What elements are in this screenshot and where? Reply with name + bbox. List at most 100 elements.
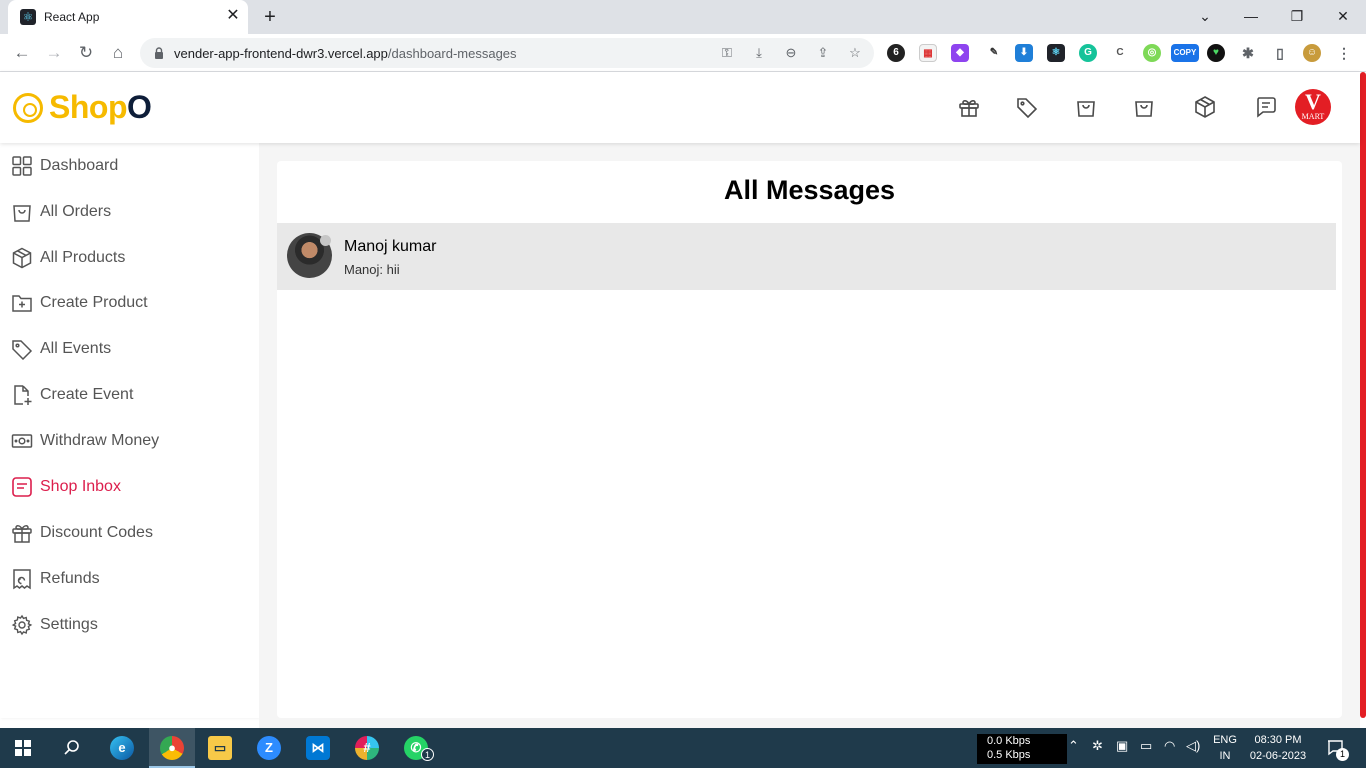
taskbar-file-explorer[interactable]: ▭ xyxy=(197,728,243,768)
sidebar-item-label: Create Event xyxy=(40,386,134,403)
start-button[interactable] xyxy=(0,728,46,768)
shop-avatar-letter: V xyxy=(1305,89,1321,114)
sidebar-item-shop-inbox[interactable]: Shop Inbox xyxy=(0,471,259,505)
slack-icon: # xyxy=(355,736,379,760)
zoom-app-icon: Z xyxy=(257,736,281,760)
sidebar-item-dashboard[interactable]: Dashboard xyxy=(0,150,259,184)
screen: ⚛ React App ✕ + ⌄ — ❐ ✕ ← → ↻ ⌂ vender-a… xyxy=(0,0,1366,768)
sidebar-item-label: Shop Inbox xyxy=(40,478,121,495)
address-bar[interactable]: vender-app-frontend-dwr3.vercel.app/dash… xyxy=(140,38,874,68)
tray-chevron-up-icon[interactable]: ⌃ xyxy=(1068,738,1079,754)
share-icon[interactable]: ⇪ xyxy=(814,44,832,62)
header-products-button[interactable] xyxy=(1074,95,1098,119)
sidebar-item-discount-codes[interactable]: Discount Codes xyxy=(0,517,259,551)
shopping-bag-icon xyxy=(1077,101,1095,117)
new-tab-icon[interactable]: + xyxy=(258,5,282,29)
language-indicator[interactable]: ENG IN xyxy=(1210,732,1240,764)
shop-avatar-subtext: MART xyxy=(1301,112,1325,121)
sidebar-item-label: Discount Codes xyxy=(40,524,153,541)
shop-avatar[interactable]: V MART xyxy=(1295,89,1331,125)
gift-icon xyxy=(959,100,979,117)
url-domain: vender-app-frontend-dwr3.vercel.app xyxy=(174,46,388,61)
app-header: ShopO V MART xyxy=(0,72,1360,143)
taskbar-slack[interactable]: # xyxy=(344,728,390,768)
system-clock[interactable]: 08:30 PM 02-06-2023 xyxy=(1243,732,1313,764)
sidebar-item-label: Settings xyxy=(40,616,98,633)
minimize-icon[interactable]: — xyxy=(1237,4,1265,28)
header-discount-button[interactable] xyxy=(957,95,981,119)
vscode-icon: ⋈ xyxy=(306,736,330,760)
tray-app-icon[interactable]: ✲ xyxy=(1092,738,1103,754)
heart-extension-icon[interactable]: ♥ xyxy=(1207,44,1225,62)
sidebar-item-create-product[interactable]: Create Product xyxy=(0,287,259,321)
key-icon[interactable]: ⚿ xyxy=(718,44,736,62)
download-extension-icon[interactable]: ⬇ xyxy=(1015,44,1033,62)
sidebar-item-label: All Events xyxy=(40,340,112,357)
install-icon[interactable]: ⤓ xyxy=(750,44,768,62)
sidebar-item-settings[interactable]: Settings xyxy=(0,609,259,643)
extension-icon[interactable]: 6 xyxy=(887,44,905,62)
sidebar-item-label: Withdraw Money xyxy=(40,432,160,449)
sidebar-item-create-event[interactable]: Create Event xyxy=(0,379,259,413)
gift-icon xyxy=(11,522,33,544)
close-window-icon[interactable]: ✕ xyxy=(1329,4,1357,28)
header-orders-button[interactable] xyxy=(1132,95,1156,119)
battery-icon[interactable]: ▭ xyxy=(1140,738,1152,754)
notification-center-button[interactable]: 1 xyxy=(1326,738,1349,761)
copy-extension-icon[interactable]: COPY xyxy=(1171,44,1199,62)
forward-icon[interactable]: → xyxy=(42,41,66,65)
reload-icon[interactable]: ↻ xyxy=(74,41,98,65)
close-tab-icon[interactable]: ✕ xyxy=(224,7,242,25)
tab-search-icon[interactable]: ⌄ xyxy=(1191,4,1219,28)
logo-target-icon xyxy=(13,93,43,123)
taskbar-chrome[interactable]: ● xyxy=(149,728,195,768)
tag-icon xyxy=(1017,98,1038,119)
taskbar-edge[interactable]: e xyxy=(99,728,145,768)
dashboard-sidebar: Dashboard All Orders All Products Create… xyxy=(0,143,259,718)
side-panel-icon[interactable]: ▯ xyxy=(1271,44,1289,62)
browser-tab[interactable]: ⚛ React App ✕ xyxy=(8,0,248,34)
sidebar-item-all-products[interactable]: All Products xyxy=(0,242,259,276)
more-menu-icon[interactable]: ⋮ xyxy=(1335,44,1353,62)
sidebar-item-refunds[interactable]: Refunds xyxy=(0,563,259,597)
extension-icon[interactable]: C xyxy=(1111,44,1129,62)
messages-panel: All Messages Manoj kumar Manoj: hii xyxy=(277,161,1342,718)
eyedropper-extension-icon[interactable]: ✎ xyxy=(985,44,1003,62)
profile-avatar-icon[interactable]: ☺ xyxy=(1303,44,1321,62)
page-scrollbar[interactable] xyxy=(1360,72,1366,718)
taskbar-zoom[interactable]: Z xyxy=(246,728,292,768)
money-icon xyxy=(11,430,33,452)
header-inbox-button[interactable] xyxy=(1254,95,1278,119)
extensions-puzzle-icon[interactable]: ✱ xyxy=(1239,44,1257,62)
taskbar-vscode[interactable]: ⋈ xyxy=(295,728,341,768)
sidebar-item-withdraw-money[interactable]: Withdraw Money xyxy=(0,425,259,459)
wifi-icon[interactable]: ◠ xyxy=(1164,738,1175,754)
message-icon xyxy=(1257,97,1276,118)
chrome-icon: ● xyxy=(160,736,184,760)
taskbar-search-button[interactable] xyxy=(48,728,94,768)
region-code: IN xyxy=(1219,750,1231,762)
back-icon[interactable]: ← xyxy=(10,41,34,65)
header-packages-button[interactable] xyxy=(1193,95,1217,119)
tray-meet-icon[interactable]: ▣ xyxy=(1116,738,1128,754)
restore-icon[interactable]: ❐ xyxy=(1283,4,1311,28)
grammarly-icon[interactable]: G xyxy=(1079,44,1097,62)
sidebar-item-all-orders[interactable]: All Orders xyxy=(0,196,259,230)
calendar-extension-icon[interactable]: ▦ xyxy=(919,44,937,62)
header-events-button[interactable] xyxy=(1015,95,1039,119)
conversation-item[interactable]: Manoj kumar Manoj: hii xyxy=(277,223,1336,290)
zoom-icon[interactable]: ⊖ xyxy=(782,44,800,62)
extension-icon[interactable]: ◎ xyxy=(1143,44,1161,62)
url-path: /dashboard-messages xyxy=(387,46,517,61)
extension-icon[interactable]: ◆ xyxy=(951,44,969,62)
volume-icon[interactable]: ◁) xyxy=(1186,738,1200,754)
taskbar-whatsapp[interactable]: ✆ 1 xyxy=(393,728,439,768)
sidebar-item-all-events[interactable]: All Events xyxy=(0,333,259,367)
message-icon xyxy=(11,476,33,498)
sidebar-item-label: Dashboard xyxy=(40,157,119,174)
react-devtools-icon[interactable]: ⚛ xyxy=(1047,44,1065,62)
bookmark-star-icon[interactable]: ☆ xyxy=(846,44,864,62)
home-icon[interactable]: ⌂ xyxy=(106,41,130,65)
logo-main: Shop xyxy=(49,89,127,125)
network-speed-widget: 0.0 Kbps 0.5 Kbps xyxy=(977,734,1067,764)
